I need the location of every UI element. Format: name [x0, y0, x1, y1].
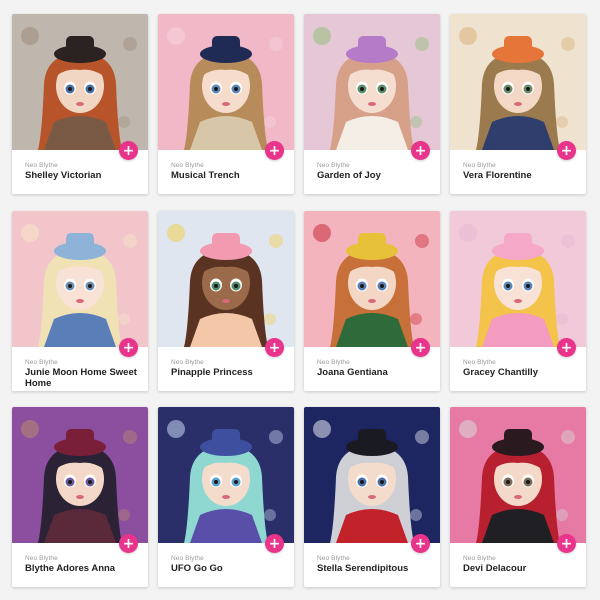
product-card[interactable]: + Neo Blythe Garden of Joy [304, 14, 440, 194]
product-name[interactable]: Blythe Adores Anna [25, 563, 137, 575]
plus-icon[interactable]: + [411, 338, 430, 357]
product-image[interactable] [304, 407, 440, 543]
product-image[interactable] [450, 14, 586, 150]
plus-icon[interactable]: + [265, 141, 284, 160]
product-image[interactable] [12, 14, 148, 150]
plus-icon[interactable]: + [411, 534, 430, 553]
product-series: Neo Blythe [25, 555, 58, 562]
product-card[interactable]: + Neo Blythe Joana Gentiana [304, 211, 440, 391]
product-image[interactable] [158, 211, 294, 347]
product-image[interactable] [304, 14, 440, 150]
product-card[interactable]: + Neo Blythe Devi Delacour [450, 407, 586, 587]
plus-icon[interactable]: + [411, 141, 430, 160]
product-image[interactable] [158, 14, 294, 150]
product-image[interactable] [450, 211, 586, 347]
product-name[interactable]: Joana Gentiana [317, 367, 429, 379]
product-series: Neo Blythe [463, 359, 496, 366]
plus-icon[interactable]: + [265, 534, 284, 553]
product-card[interactable]: + Neo Blythe Blythe Adores Anna [12, 407, 148, 587]
product-image[interactable] [304, 211, 440, 347]
product-image[interactable] [450, 407, 586, 543]
product-name[interactable]: Garden of Joy [317, 170, 429, 182]
product-series: Neo Blythe [25, 359, 58, 366]
product-card[interactable]: + Neo Blythe Musical Trench [158, 14, 294, 194]
product-series: Neo Blythe [317, 555, 350, 562]
product-name[interactable]: Stella Serendipitous [317, 563, 429, 575]
product-name[interactable]: Shelley Victorian [25, 170, 137, 182]
plus-icon[interactable]: + [119, 338, 138, 357]
product-name[interactable]: Devi Delacour [463, 563, 575, 575]
product-card[interactable]: + Neo Blythe Stella Serendipitous [304, 407, 440, 587]
product-series: Neo Blythe [171, 162, 204, 169]
product-image[interactable] [12, 407, 148, 543]
product-series: Neo Blythe [25, 162, 58, 169]
product-card[interactable]: + Neo Blythe Gracey Chantilly [450, 211, 586, 391]
product-name[interactable]: UFO Go Go [171, 563, 283, 575]
product-grid: + Neo Blythe Shelley Victorian + Neo Blythe M… [0, 0, 600, 600]
product-series: Neo Blythe [171, 359, 204, 366]
plus-icon[interactable]: + [557, 141, 576, 160]
plus-icon[interactable]: + [119, 141, 138, 160]
product-name[interactable]: Vera Florentine [463, 170, 575, 182]
product-card[interactable]: + Neo Blythe Vera Florentine [450, 14, 586, 194]
product-name[interactable]: Pinapple Princess [171, 367, 283, 379]
product-name[interactable]: Gracey Chantilly [463, 367, 575, 379]
plus-icon[interactable]: + [119, 534, 138, 553]
product-card[interactable]: + Neo Blythe Shelley Victorian [12, 14, 148, 194]
product-series: Neo Blythe [317, 359, 350, 366]
product-image[interactable] [12, 211, 148, 347]
plus-icon[interactable]: + [557, 534, 576, 553]
product-series: Neo Blythe [463, 162, 496, 169]
product-series: Neo Blythe [317, 162, 350, 169]
product-name[interactable]: Junie Moon Home Sweet Home [25, 367, 137, 389]
product-card[interactable]: + Neo Blythe UFO Go Go [158, 407, 294, 587]
product-name[interactable]: Musical Trench [171, 170, 283, 182]
product-series: Neo Blythe [171, 555, 204, 562]
product-image[interactable] [158, 407, 294, 543]
plus-icon[interactable]: + [265, 338, 284, 357]
plus-icon[interactable]: + [557, 338, 576, 357]
product-card[interactable]: + Neo Blythe Pinapple Princess [158, 211, 294, 391]
product-series: Neo Blythe [463, 555, 496, 562]
product-card[interactable]: + Neo Blythe Junie Moon Home Sweet Home [12, 211, 148, 391]
